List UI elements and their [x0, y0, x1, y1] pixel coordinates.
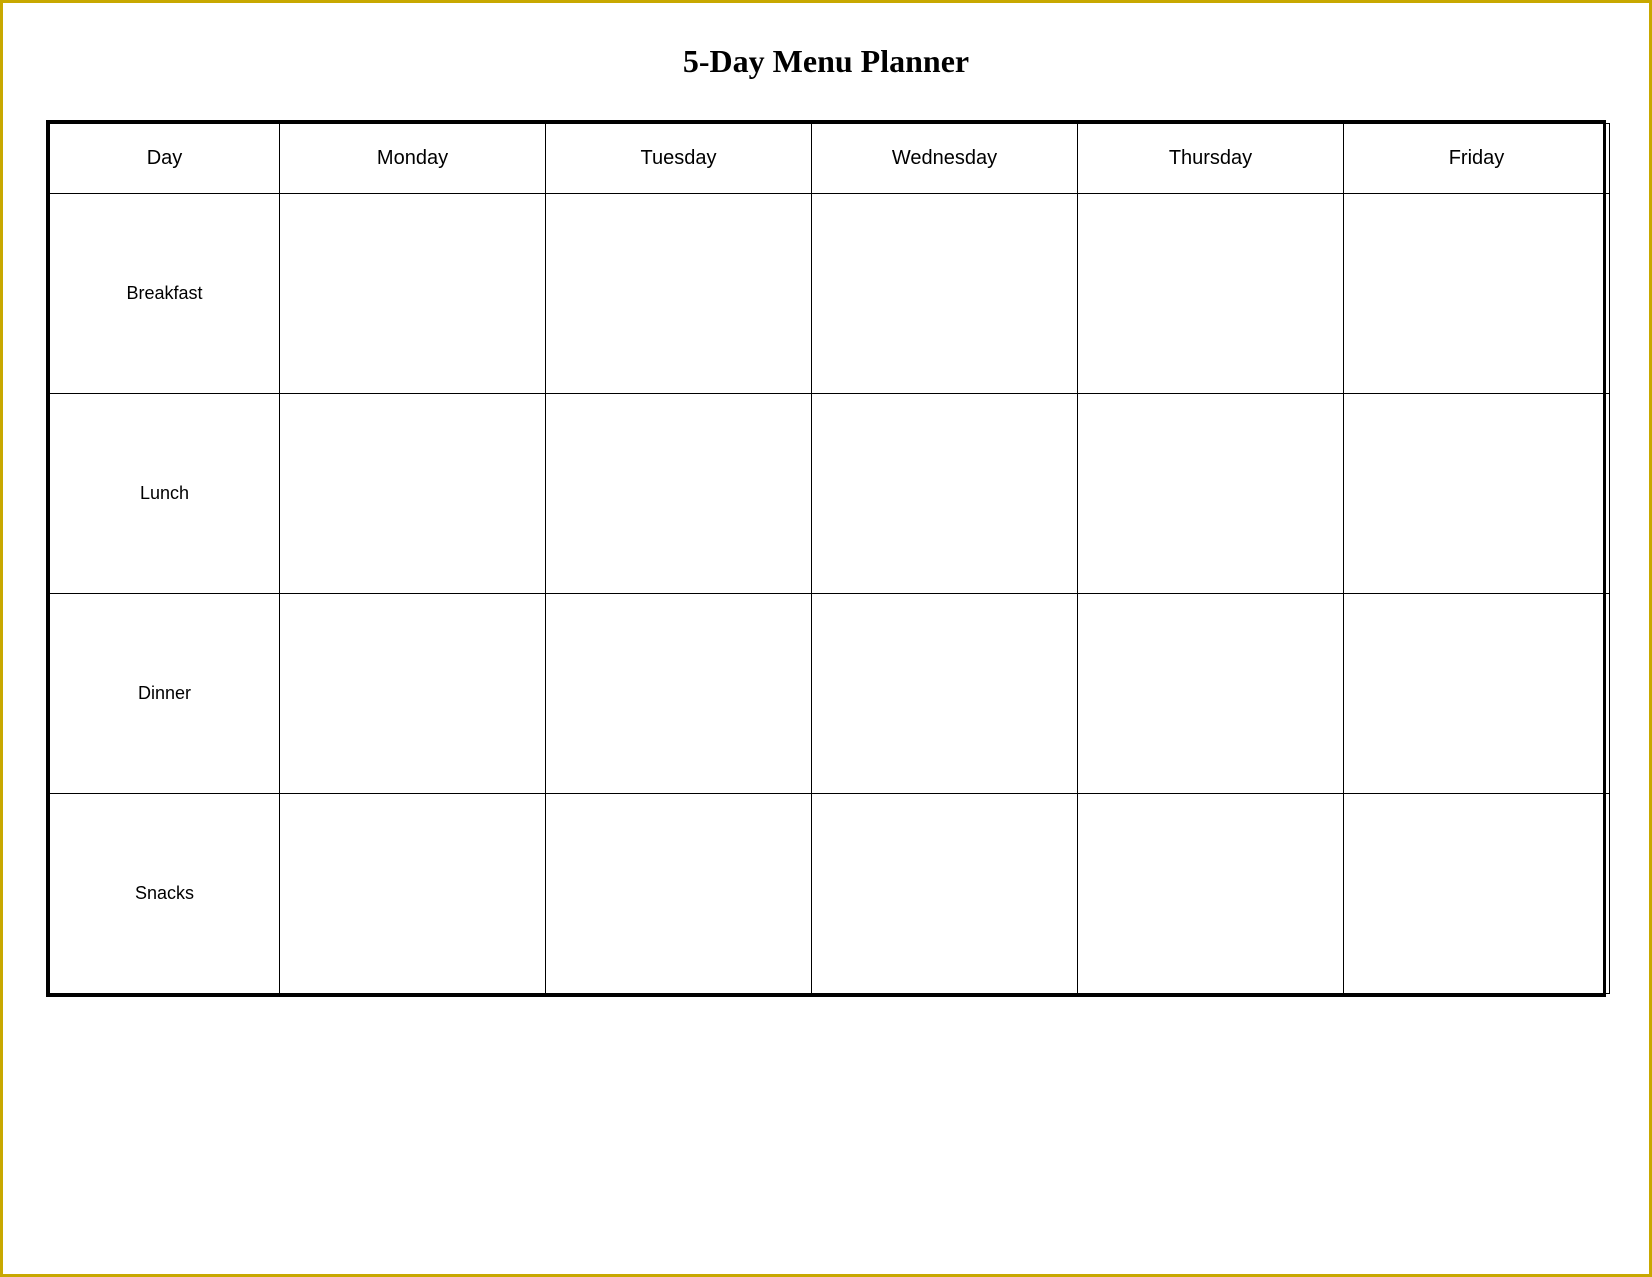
- col-header-wednesday: Wednesday: [812, 124, 1078, 194]
- breakfast-tuesday[interactable]: [546, 194, 812, 394]
- col-header-day: Day: [50, 124, 280, 194]
- dinner-thursday[interactable]: [1078, 594, 1344, 794]
- lunch-wednesday[interactable]: [812, 394, 1078, 594]
- breakfast-friday[interactable]: [1344, 194, 1610, 394]
- planner-table-container: Day Monday Tuesday Wednesday Thursday Fr…: [46, 120, 1606, 997]
- breakfast-row: Breakfast: [50, 194, 1610, 394]
- dinner-friday[interactable]: [1344, 594, 1610, 794]
- lunch-label: Lunch: [50, 394, 280, 594]
- breakfast-thursday[interactable]: [1078, 194, 1344, 394]
- snacks-wednesday[interactable]: [812, 794, 1078, 994]
- snacks-thursday[interactable]: [1078, 794, 1344, 994]
- col-header-tuesday: Tuesday: [546, 124, 812, 194]
- breakfast-monday[interactable]: [280, 194, 546, 394]
- dinner-wednesday[interactable]: [812, 594, 1078, 794]
- snacks-label: Snacks: [50, 794, 280, 994]
- dinner-row: Dinner: [50, 594, 1610, 794]
- page-title: 5-Day Menu Planner: [683, 43, 969, 80]
- snacks-tuesday[interactable]: [546, 794, 812, 994]
- lunch-monday[interactable]: [280, 394, 546, 594]
- dinner-tuesday[interactable]: [546, 594, 812, 794]
- dinner-monday[interactable]: [280, 594, 546, 794]
- snacks-row: Snacks: [50, 794, 1610, 994]
- col-header-thursday: Thursday: [1078, 124, 1344, 194]
- lunch-friday[interactable]: [1344, 394, 1610, 594]
- lunch-tuesday[interactable]: [546, 394, 812, 594]
- header-row: Day Monday Tuesday Wednesday Thursday Fr…: [50, 124, 1610, 194]
- lunch-thursday[interactable]: [1078, 394, 1344, 594]
- lunch-row: Lunch: [50, 394, 1610, 594]
- breakfast-label: Breakfast: [50, 194, 280, 394]
- snacks-friday[interactable]: [1344, 794, 1610, 994]
- breakfast-wednesday[interactable]: [812, 194, 1078, 394]
- dinner-label: Dinner: [50, 594, 280, 794]
- col-header-friday: Friday: [1344, 124, 1610, 194]
- snacks-monday[interactable]: [280, 794, 546, 994]
- col-header-monday: Monday: [280, 124, 546, 194]
- menu-planner-table: Day Monday Tuesday Wednesday Thursday Fr…: [49, 123, 1610, 994]
